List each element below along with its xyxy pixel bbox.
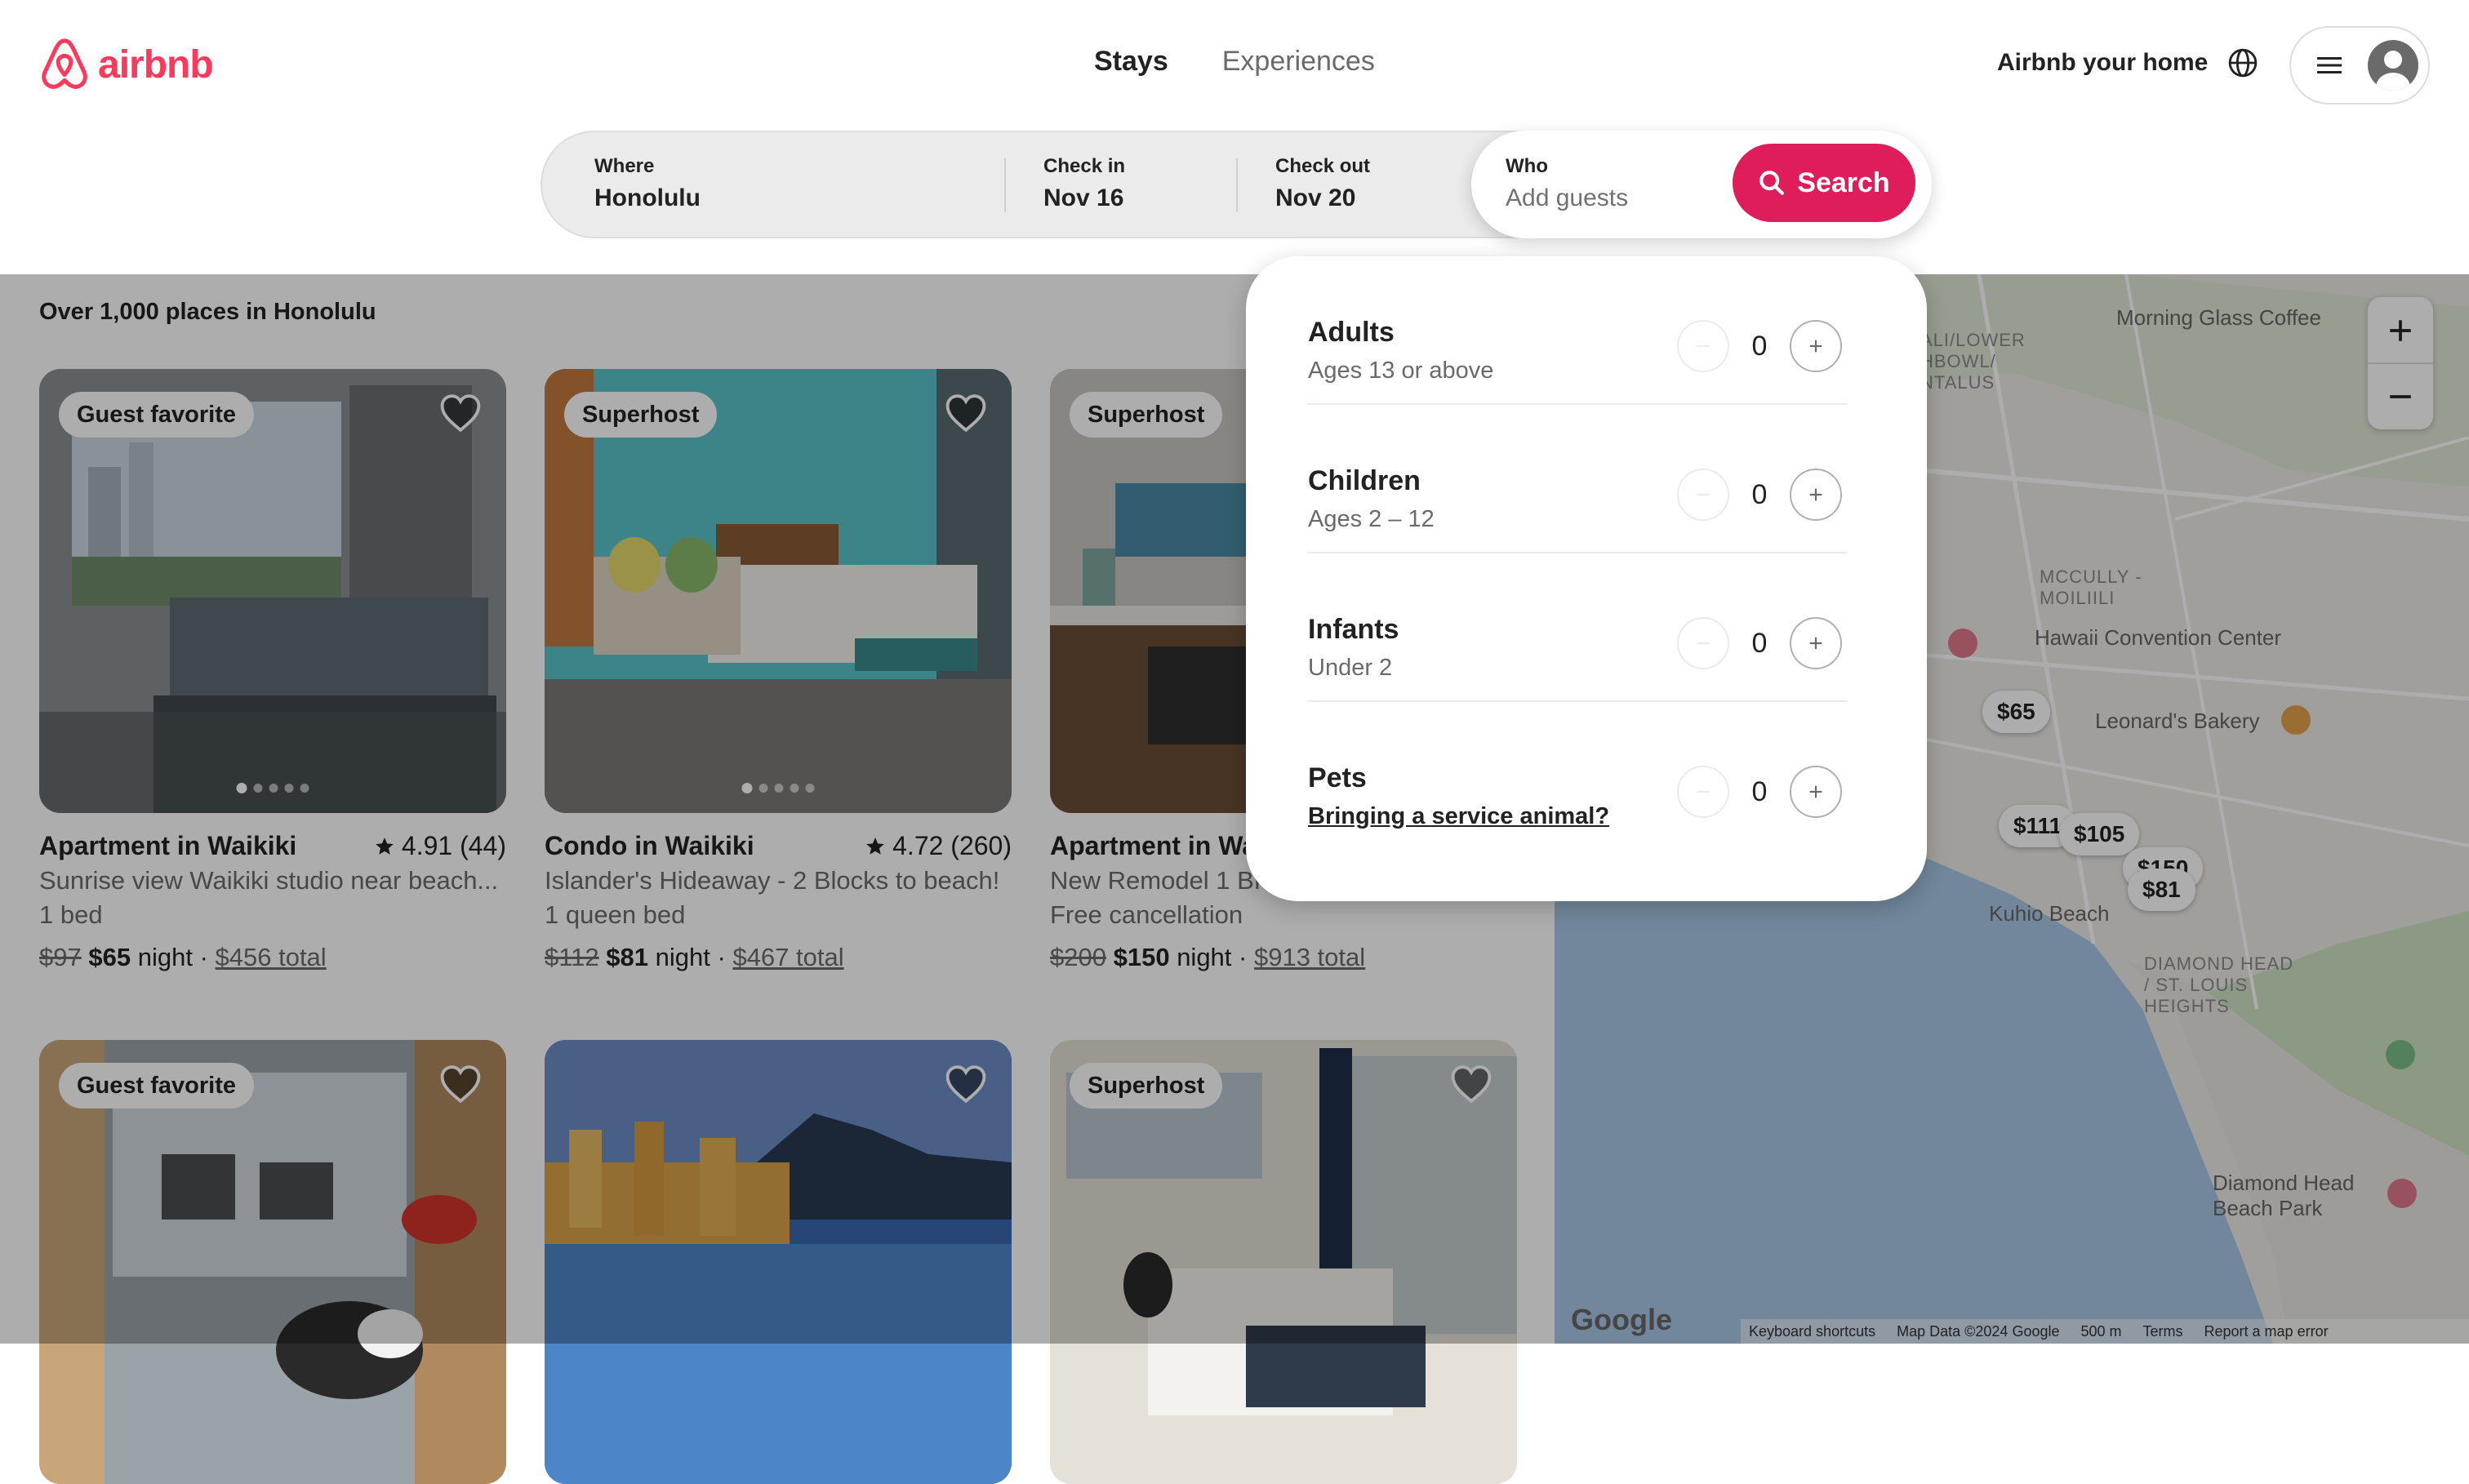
- airbnb-logo-icon: [42, 38, 87, 89]
- adults-stepper: 0: [1677, 320, 1842, 372]
- decrease-button[interactable]: [1677, 766, 1729, 818]
- guest-count: 0: [1751, 330, 1768, 362]
- search-button-label: Search: [1797, 167, 1890, 198]
- guest-row-infants: Infants Under 2 0: [1308, 553, 1847, 702]
- check-in-label: Check in: [1043, 155, 1126, 177]
- check-out-label: Check out: [1275, 155, 1371, 177]
- where-value[interactable]: Honolulu: [594, 184, 701, 212]
- divider: [1236, 158, 1238, 212]
- check-in-value: Nov 16: [1043, 184, 1124, 211]
- guest-row-pets: Pets Bringing a service animal? 0: [1308, 702, 1847, 851]
- service-animal-link[interactable]: Bringing a service animal?: [1308, 803, 1609, 830]
- header: airbnb Stays Experiences Airbnb your hom…: [0, 0, 2469, 274]
- guest-count: 0: [1751, 775, 1768, 807]
- guest-type-title: Children: [1308, 465, 1421, 496]
- airbnb-your-home-link[interactable]: Airbnb your home: [1997, 49, 2208, 77]
- increase-button[interactable]: [1790, 617, 1842, 669]
- guest-type-subtitle: Ages 13 or above: [1308, 358, 1494, 384]
- airbnb-logo[interactable]: airbnb: [39, 38, 214, 91]
- nav-tabs: Stays Experiences: [1094, 46, 1375, 78]
- guest-row-children: Children Ages 2 – 12 0: [1308, 405, 1847, 553]
- plus-icon: [1809, 488, 1822, 501]
- guest-count: 0: [1751, 478, 1768, 510]
- tab-stays[interactable]: Stays: [1094, 46, 1168, 78]
- guest-type-title: Pets: [1308, 762, 1367, 793]
- increase-button[interactable]: [1790, 469, 1842, 521]
- plus-icon: [1809, 340, 1822, 353]
- guests-popover: Adults Ages 13 or above 0 Children Ages …: [1246, 256, 1927, 901]
- guest-type-subtitle: Under 2: [1308, 655, 1393, 681]
- who-label: Who: [1506, 155, 1548, 177]
- avatar: [2368, 40, 2418, 91]
- plus-icon: [1809, 785, 1822, 798]
- hamburger-menu-icon: [2317, 57, 2342, 73]
- minus-icon: [1697, 344, 1710, 348]
- tab-experiences[interactable]: Experiences: [1222, 46, 1375, 78]
- search-button[interactable]: Search: [1733, 144, 1915, 222]
- where-label: Where: [594, 155, 655, 177]
- minus-icon: [1697, 790, 1710, 793]
- increase-button[interactable]: [1790, 766, 1842, 818]
- check-in-field[interactable]: Check in Nov 16: [1043, 155, 1125, 212]
- minus-icon: [1697, 642, 1710, 645]
- decrease-button[interactable]: [1677, 469, 1729, 521]
- who-field[interactable]: Who Add guests Search: [1471, 131, 1932, 238]
- globe-icon[interactable]: [2227, 47, 2258, 78]
- user-menu-button[interactable]: [2289, 26, 2430, 104]
- modal-backdrop[interactable]: [0, 274, 2469, 1344]
- check-out-value: Nov 20: [1275, 184, 1356, 211]
- guest-type-subtitle: Ages 2 – 12: [1308, 506, 1435, 532]
- guest-count: 0: [1751, 627, 1768, 659]
- pets-stepper: 0: [1677, 766, 1842, 818]
- guest-type-title: Infants: [1308, 614, 1399, 645]
- who-placeholder: Add guests: [1506, 184, 1629, 211]
- check-out-field[interactable]: Check out Nov 20: [1275, 155, 1370, 212]
- minus-icon: [1697, 493, 1710, 496]
- children-stepper: 0: [1677, 469, 1842, 521]
- plus-icon: [1809, 637, 1822, 650]
- where-field[interactable]: Where Honolulu: [594, 155, 701, 212]
- decrease-button[interactable]: [1677, 617, 1729, 669]
- brand-name: airbnb: [98, 42, 214, 87]
- increase-button[interactable]: [1790, 320, 1842, 372]
- search-bar: Where Honolulu Check in Nov 16 Check out…: [541, 131, 1932, 238]
- divider: [1004, 158, 1006, 212]
- search-icon: [1759, 171, 1785, 195]
- decrease-button[interactable]: [1677, 320, 1729, 372]
- guest-type-title: Adults: [1308, 317, 1395, 348]
- guest-row-adults: Adults Ages 13 or above 0: [1308, 256, 1847, 405]
- infants-stepper: 0: [1677, 617, 1842, 669]
- user-icon: [2376, 51, 2410, 91]
